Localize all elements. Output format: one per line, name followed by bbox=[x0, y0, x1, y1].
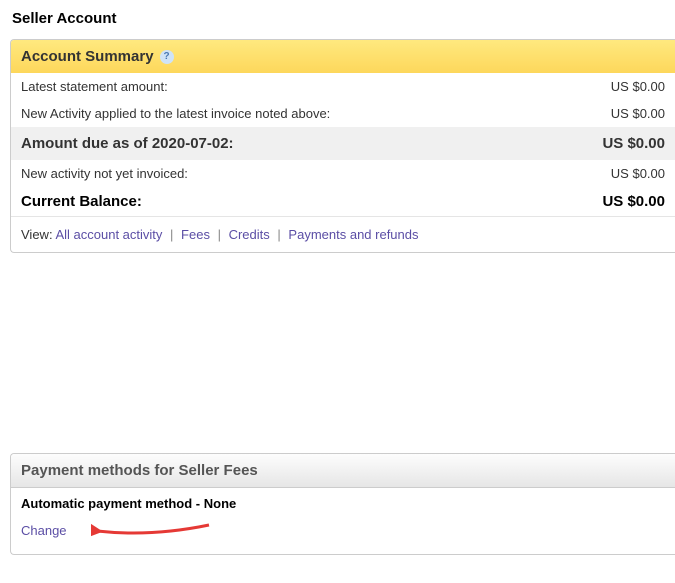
separator: | bbox=[170, 227, 173, 242]
latest-statement-value: US $0.00 bbox=[611, 79, 665, 94]
new-activity-label: New Activity applied to the latest invoi… bbox=[21, 106, 330, 121]
current-balance-label: Current Balance: bbox=[21, 193, 142, 210]
automatic-payment-method-text: Automatic payment method - None bbox=[11, 488, 675, 515]
change-link[interactable]: Change bbox=[21, 523, 67, 538]
not-invoiced-value: US $0.00 bbox=[611, 166, 665, 181]
not-invoiced-label: New activity not yet invoiced: bbox=[21, 166, 188, 181]
link-fees[interactable]: Fees bbox=[181, 227, 210, 242]
annotation-arrow-icon bbox=[91, 517, 211, 545]
new-activity-value: US $0.00 bbox=[611, 106, 665, 121]
payment-methods-panel: Payment methods for Seller Fees Automati… bbox=[10, 453, 675, 555]
link-all-account-activity[interactable]: All account activity bbox=[55, 227, 162, 242]
separator: | bbox=[277, 227, 280, 242]
view-links-row: View: All account activity | Fees | Cred… bbox=[11, 216, 675, 252]
link-credits[interactable]: Credits bbox=[229, 227, 270, 242]
change-row: Change bbox=[11, 515, 675, 554]
row-not-invoiced: New activity not yet invoiced: US $0.00 bbox=[11, 160, 675, 187]
latest-statement-label: Latest statement amount: bbox=[21, 79, 168, 94]
current-balance-value: US $0.00 bbox=[602, 193, 665, 210]
account-summary-panel: Account Summary ? Latest statement amoun… bbox=[10, 39, 675, 253]
row-latest-statement: Latest statement amount: US $0.00 bbox=[11, 73, 675, 100]
help-icon[interactable]: ? bbox=[160, 50, 174, 64]
account-summary-header-text: Account Summary bbox=[21, 48, 154, 65]
link-payments-refunds[interactable]: Payments and refunds bbox=[288, 227, 418, 242]
amount-due-label: Amount due as of 2020-07-02: bbox=[21, 135, 234, 152]
separator: | bbox=[218, 227, 221, 242]
row-amount-due: Amount due as of 2020-07-02: US $0.00 bbox=[11, 127, 675, 160]
amount-due-value: US $0.00 bbox=[602, 135, 665, 152]
page-title: Seller Account bbox=[10, 10, 675, 27]
row-new-activity: New Activity applied to the latest invoi… bbox=[11, 100, 675, 127]
view-prefix: View: bbox=[21, 227, 53, 242]
account-summary-header: Account Summary ? bbox=[11, 40, 675, 73]
payment-methods-header: Payment methods for Seller Fees bbox=[11, 454, 675, 488]
row-current-balance: Current Balance: US $0.00 bbox=[11, 187, 675, 216]
